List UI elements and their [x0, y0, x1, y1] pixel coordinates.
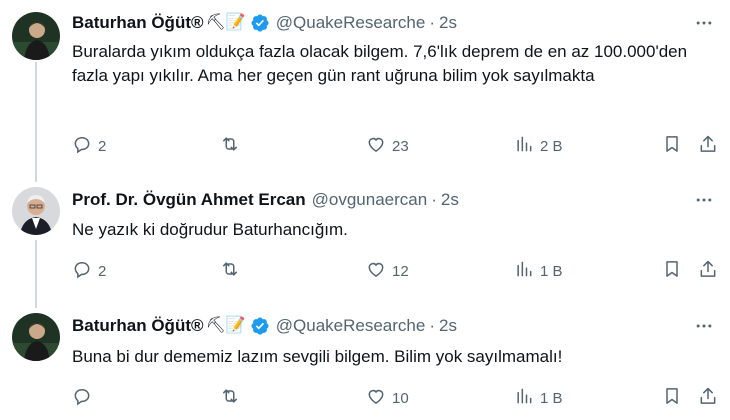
bookmark-icon [662, 134, 682, 158]
name-emoji: ⛏📝 [205, 317, 246, 334]
tweet-text: Buralarda yıkım oldukça fazla olacak bil… [72, 42, 688, 85]
timestamp[interactable]: 2s [439, 12, 457, 34]
views-count: 1 B [540, 262, 563, 280]
bookmark-icon [662, 386, 682, 410]
avatar[interactable] [12, 12, 60, 60]
heart-icon [366, 134, 386, 158]
share-button[interactable] [698, 134, 718, 158]
reply-count: 2 [98, 137, 107, 155]
retweet-button[interactable] [220, 259, 246, 283]
tweet[interactable]: Prof. Dr. Övgün Ahmet Ercan @ovgunaercan… [0, 175, 730, 303]
like-count: 23 [392, 137, 409, 155]
separator-dot: · [429, 316, 435, 335]
tweet-thread: Baturhan Öğüt® ⛏📝 @QuakeResearche · 2s B… [0, 0, 730, 420]
reply-button[interactable] [72, 386, 98, 410]
views-icon [514, 386, 534, 410]
handle[interactable]: @QuakeResearche [276, 315, 426, 337]
share-icon [698, 386, 718, 410]
action-bar: 10 1 B [72, 386, 722, 410]
like-count: 10 [392, 389, 409, 407]
views-count: 1 B [540, 389, 563, 407]
bookmark-icon [662, 259, 682, 283]
share-button[interactable] [698, 259, 718, 283]
more-icon[interactable] [692, 315, 716, 337]
handle[interactable]: @QuakeResearche [276, 12, 426, 34]
like-button[interactable]: 12 [366, 259, 409, 283]
share-icon [698, 259, 718, 283]
tweet-header: Prof. Dr. Övgün Ahmet Ercan @ovgunaercan… [72, 189, 680, 211]
display-name[interactable]: Baturhan Öğüt® [72, 315, 204, 337]
reply-button[interactable]: 2 [72, 134, 106, 158]
like-count: 12 [392, 262, 409, 280]
views-icon [514, 259, 534, 283]
tweet[interactable]: Baturhan Öğüt® ⛏📝 @QuakeResearche · 2s B… [0, 0, 730, 175]
views-button[interactable]: 1 B [514, 259, 563, 283]
tweet[interactable]: Baturhan Öğüt® ⛏📝 @QuakeResearche · 2s B… [0, 303, 730, 420]
more-icon[interactable] [692, 12, 716, 34]
tweet-text: Buna bi dur dememiz lazım sevgili bilgem… [72, 347, 563, 366]
heart-icon [366, 386, 386, 410]
action-bar: 2 12 1 B [72, 259, 722, 283]
reply-icon [72, 134, 92, 158]
bookmark-button[interactable] [662, 134, 682, 158]
bookmark-button[interactable] [662, 386, 682, 410]
views-button[interactable]: 2 B [514, 134, 563, 158]
display-name[interactable]: Baturhan Öğüt® [72, 12, 204, 34]
avatar[interactable] [12, 313, 60, 361]
like-button[interactable]: 10 [366, 386, 409, 410]
reply-count: 2 [98, 262, 107, 280]
reply-icon [72, 259, 92, 283]
views-icon [514, 134, 534, 158]
views-count: 2 B [540, 137, 563, 155]
more-icon[interactable] [692, 189, 716, 211]
reply-button[interactable]: 2 [72, 259, 106, 283]
timestamp[interactable]: 2s [441, 189, 459, 211]
heart-icon [366, 259, 386, 283]
verified-badge-icon [250, 13, 270, 33]
reply-icon [72, 386, 92, 410]
separator-dot: · [429, 13, 435, 32]
tweet-text: Ne yazık ki doğrudur Baturhancığım. [72, 220, 348, 239]
views-button[interactable]: 1 B [514, 386, 563, 410]
bookmark-button[interactable] [662, 259, 682, 283]
retweet-icon [220, 259, 240, 283]
share-button[interactable] [698, 386, 718, 410]
retweet-button[interactable] [220, 386, 246, 410]
display-name[interactable]: Prof. Dr. Övgün Ahmet Ercan [72, 189, 306, 211]
separator-dot: · [431, 190, 437, 209]
avatar[interactable] [12, 187, 60, 235]
retweet-icon [220, 134, 240, 158]
retweet-button[interactable] [220, 134, 246, 158]
tweet-header: Baturhan Öğüt® ⛏📝 @QuakeResearche · 2s [72, 315, 680, 337]
name-emoji: ⛏📝 [205, 14, 246, 31]
action-bar: 2 23 2 B [72, 134, 722, 158]
like-button[interactable]: 23 [366, 134, 409, 158]
timestamp[interactable]: 2s [439, 315, 457, 337]
share-icon [698, 134, 718, 158]
handle[interactable]: @ovgunaercan [312, 189, 428, 211]
retweet-icon [220, 386, 240, 410]
tweet-header: Baturhan Öğüt® ⛏📝 @QuakeResearche · 2s [72, 12, 680, 34]
verified-badge-icon [250, 316, 270, 336]
